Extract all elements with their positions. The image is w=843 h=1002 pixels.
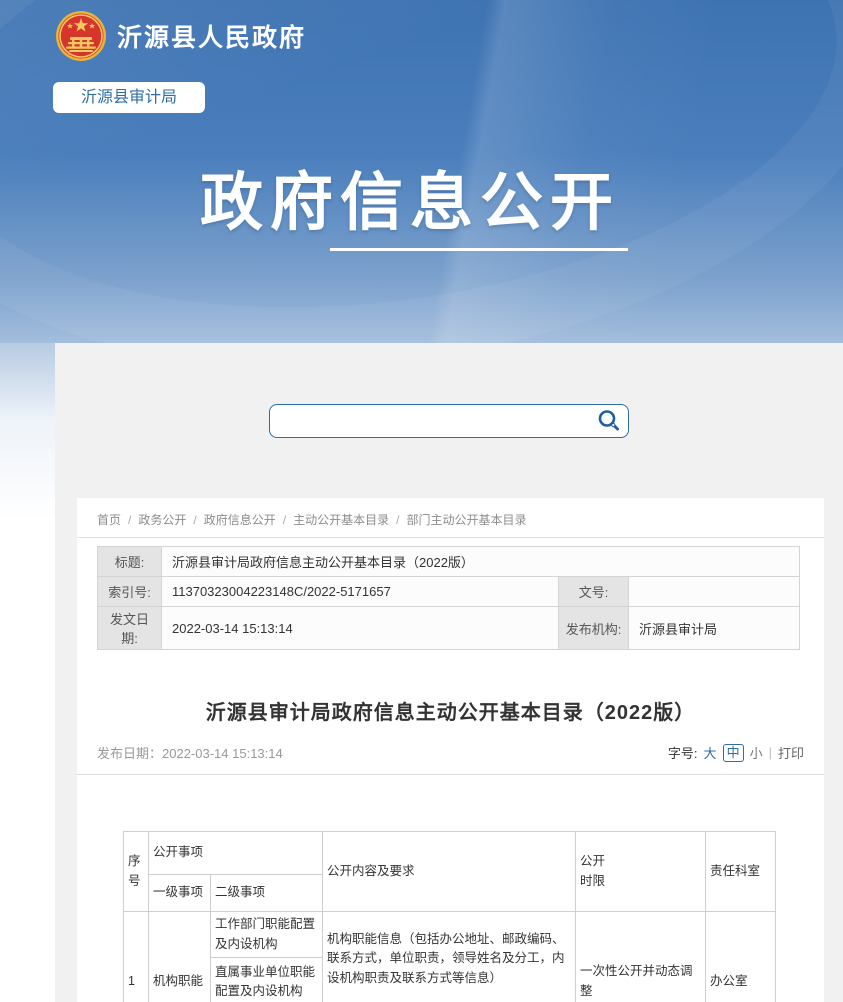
meta-row-date: 发文日期: 2022-03-14 15:13:14 发布机构: 沂源县审计局 — [98, 607, 800, 650]
cell-time: 一次性公开并动态调整 — [576, 912, 706, 1002]
header-items: 公开事项 — [149, 832, 323, 875]
department-button[interactable]: 沂源县审计局 — [53, 82, 205, 113]
gov-site-name: 沂源县人民政府 — [117, 18, 306, 54]
header-level1: 一级事项 — [149, 875, 211, 912]
font-size-medium-button[interactable]: 中 — [723, 744, 744, 762]
meta-row-title: 标题: 沂源县审计局政府信息主动公开基本目录（2022版） — [98, 547, 800, 577]
font-size-large-button[interactable]: 大 — [704, 743, 717, 762]
meta-index-value: 11370323004223148C/2022-5171657 — [162, 577, 559, 607]
breadcrumb-zdgkml[interactable]: 主动公开基本目录 — [293, 513, 389, 527]
cell-seq: 1 — [124, 912, 149, 1002]
article-meta-row: 发布日期：2022-03-14 15:13:14 字号: 大 中 小 | 打印 — [97, 743, 804, 762]
header-content: 公开内容及要求 — [323, 832, 576, 912]
breadcrumb-zfxxgk[interactable]: 政府信息公开 — [204, 513, 276, 527]
page: { "site": { "gov_name": "沂源县人民政府", "dept… — [0, 0, 843, 1002]
meta-date-label: 发文日期: — [98, 607, 162, 650]
article-title: 沂源县审计局政府信息主动公开基本目录（2022版） — [77, 696, 824, 725]
control-separator: | — [769, 745, 772, 760]
search-button[interactable] — [595, 408, 623, 434]
cell-level2-b: 直属事业单位职能配置及内设机构 — [211, 958, 323, 1002]
banner: 沂源县人民政府 沂源县审计局 政府信息公开 — [0, 0, 843, 343]
breadcrumb-separator: / — [193, 513, 196, 527]
cell-content-ab: 机构职能信息（包括办公地址、邮政编码、联系方式，单位职责，领导姓名及分工，内设机… — [323, 912, 576, 1002]
catalog-header-row-1: 序号 公开事项 公开内容及要求 公开 时限 责任科室 — [124, 832, 776, 875]
publish-date: 发布日期：2022-03-14 15:13:14 — [97, 743, 283, 762]
meta-docnum-value — [629, 577, 800, 607]
meta-date-value: 2022-03-14 15:13:14 — [162, 607, 559, 650]
breadcrumb-home[interactable]: 首页 — [97, 513, 121, 527]
article-divider — [77, 774, 824, 775]
breadcrumb-separator: / — [128, 513, 131, 527]
cell-level2-a: 工作部门职能配置及内设机构 — [211, 912, 323, 958]
publish-date-label: 发布日期： — [97, 746, 162, 761]
banner-page-title: 政府信息公开 — [200, 152, 620, 243]
print-button[interactable]: 打印 — [778, 743, 804, 762]
catalog-table: 序号 公开事项 公开内容及要求 公开 时限 责任科室 一级事项 二级事项 1 机… — [123, 831, 776, 1002]
doc-meta-table: 标题: 沂源县审计局政府信息主动公开基本目录（2022版） 索引号: 11370… — [97, 546, 800, 650]
meta-title-value: 沂源县审计局政府信息主动公开基本目录（2022版） — [162, 547, 800, 577]
header-seq: 序号 — [124, 832, 149, 912]
site-logo[interactable]: 沂源县人民政府 — [55, 10, 306, 62]
breadcrumb-zwgk[interactable]: 政务公开 — [138, 513, 186, 527]
breadcrumb-separator: / — [396, 513, 399, 527]
content-panel: 首页 / 政务公开 / 政府信息公开 / 主动公开基本目录 / 部门主动公开基本目录 标题: 沂… — [55, 343, 843, 1002]
article-panel: 首页 / 政务公开 / 政府信息公开 / 主动公开基本目录 / 部门主动公开基本目录 标题: 沂… — [77, 498, 824, 1002]
meta-org-label: 发布机构: — [559, 607, 629, 650]
meta-row-index: 索引号: 11370323004223148C/2022-5171657 文号: — [98, 577, 800, 607]
search-input[interactable] — [269, 404, 629, 438]
meta-org-value: 沂源县审计局 — [629, 607, 800, 650]
font-size-small-button[interactable]: 小 — [750, 743, 763, 762]
cell-dept: 办公室 — [706, 912, 776, 1002]
font-size-control: 字号: 大 中 小 | 打印 — [668, 743, 804, 762]
meta-title-label: 标题: — [98, 547, 162, 577]
meta-docnum-label: 文号: — [559, 577, 629, 607]
catalog-row-1a: 1 机构职能 工作部门职能配置及内设机构 机构职能信息（包括办公地址、邮政编码、… — [124, 912, 776, 958]
font-size-label: 字号: — [668, 743, 698, 762]
national-emblem-icon — [55, 10, 107, 62]
breadcrumb: 首页 / 政务公开 / 政府信息公开 / 主动公开基本目录 / 部门主动公开基本目录 — [77, 498, 824, 538]
breadcrumb-separator: / — [283, 513, 286, 527]
header-time: 公开 时限 — [576, 832, 706, 912]
header-dept: 责任科室 — [706, 832, 776, 912]
meta-index-label: 索引号: — [98, 577, 162, 607]
breadcrumb-bmzdgkml[interactable]: 部门主动公开基本目录 — [406, 513, 526, 527]
search-bar — [269, 404, 629, 438]
cell-level1: 机构职能 — [149, 912, 211, 1002]
magnifier-icon — [596, 408, 622, 434]
publish-date-value: 2022-03-14 15:13:14 — [162, 746, 283, 761]
banner-underline — [330, 248, 628, 251]
header-level2: 二级事项 — [211, 875, 323, 912]
